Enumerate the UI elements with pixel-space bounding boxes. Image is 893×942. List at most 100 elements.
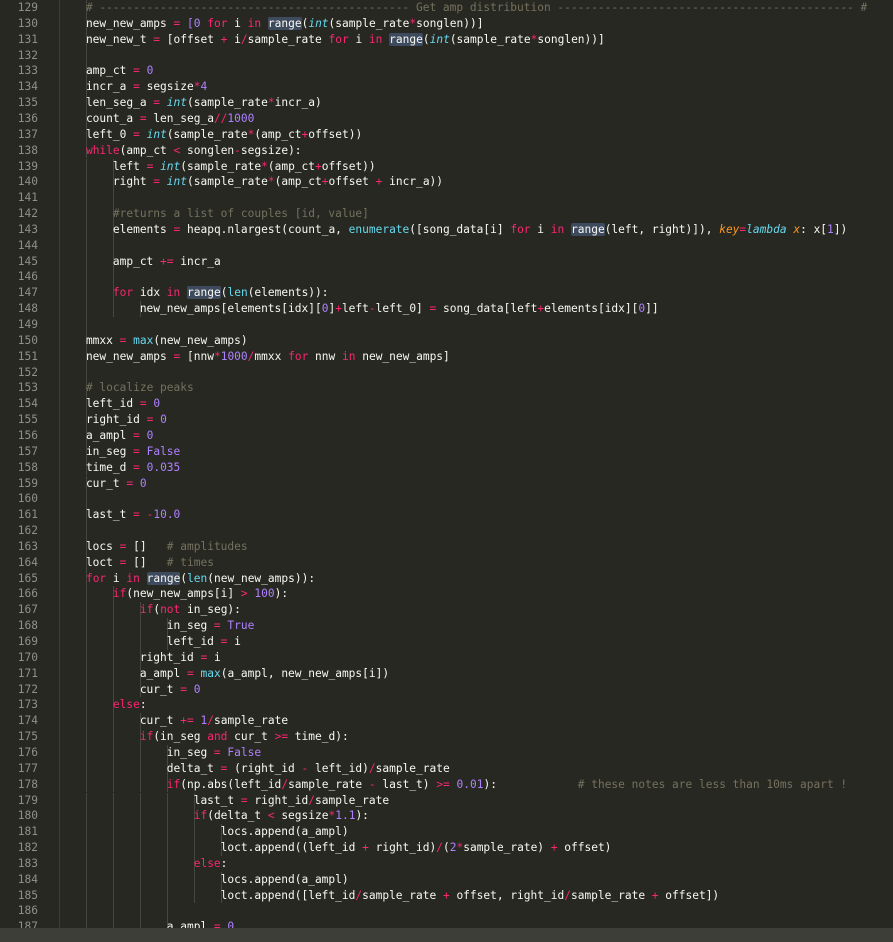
code-line[interactable]: mmxx = max(new_new_amps) xyxy=(59,333,248,349)
code-token: in xyxy=(247,16,262,30)
code-token: (sample_rate xyxy=(166,127,248,141)
code-token: mmxx xyxy=(254,349,289,363)
code-line[interactable]: if(delta_t < segsize*1.1): xyxy=(59,808,369,824)
code-token: in_seg): xyxy=(180,603,241,617)
code-line[interactable]: amp_ct += incr_a xyxy=(59,254,221,270)
code-line[interactable]: right = int(sample_rate*(amp_ct+offset +… xyxy=(59,174,443,190)
code-token: new_new_amps[elements[idx][ xyxy=(59,302,322,316)
code-token: nnw xyxy=(308,349,342,363)
code-token: max xyxy=(133,333,154,347)
code-line[interactable]: if(np.abs(left_id/sample_rate - last_t) … xyxy=(59,777,847,793)
line-number: 163 xyxy=(17,539,38,553)
code-line[interactable]: for idx in range(len(elements)): xyxy=(59,285,329,301)
code-line[interactable]: len_seg_a = int(sample_rate*incr_a) xyxy=(59,95,322,111)
line-number: 166 xyxy=(17,587,38,601)
code-token: i xyxy=(348,32,369,46)
code-line[interactable]: incr_a = segsize*4 xyxy=(59,79,207,95)
code-line[interactable]: new_new_amps = [nnw*1000/mmxx for nnw in… xyxy=(59,349,450,365)
code-token: segsize xyxy=(139,80,194,94)
code-line[interactable]: else: xyxy=(59,856,228,872)
code-line[interactable]: delta_t = (right_id - left_id)/sample_ra… xyxy=(59,761,450,777)
code-line[interactable]: if(not in_seg): xyxy=(59,602,241,618)
code-line[interactable]: last_t = right_id/sample_rate xyxy=(59,793,389,809)
indent-guide xyxy=(112,903,114,920)
code-line[interactable]: else: xyxy=(59,697,147,713)
code-line[interactable]: right_id = i xyxy=(59,650,221,666)
code-line[interactable]: in_seg = True xyxy=(59,618,255,634)
line-number: 133 xyxy=(17,64,38,78)
code-line[interactable]: amp_ct = 0 xyxy=(59,63,153,79)
code-token: (np.abs(left_id xyxy=(180,777,282,791)
code-token: i xyxy=(530,222,551,236)
code-token: heapq.nlargest(count_a, xyxy=(180,222,349,236)
code-line[interactable]: loct.append([left_id/sample_rate + offse… xyxy=(59,888,720,904)
line-number: 156 xyxy=(17,428,38,442)
code-line[interactable]: # localize peaks xyxy=(59,380,194,396)
code-line[interactable]: count_a = len_seg_a//1000 xyxy=(59,111,254,127)
indent-guide xyxy=(112,269,114,286)
code-token: count_a xyxy=(59,111,140,125)
code-line[interactable]: elements = heapq.nlargest(count_a, enume… xyxy=(59,222,847,238)
code-token: loct xyxy=(59,555,120,569)
code-token: if xyxy=(139,730,154,744)
code-line[interactable]: loct = [] # times xyxy=(59,555,214,571)
code-token: songlen))] xyxy=(416,16,484,30)
code-line[interactable]: left_0 = int(sample_rate*(amp_ct+offset)… xyxy=(59,127,362,143)
indent-guide xyxy=(85,364,87,381)
code-token: offset]) xyxy=(658,888,720,902)
code-line[interactable]: loct.append((left_id + right_id)/(2*samp… xyxy=(59,840,612,856)
code-line[interactable]: if(new_new_amps[i] > 100): xyxy=(59,586,288,602)
code-token: = xyxy=(133,444,140,458)
code-line[interactable]: a_ampl = max(a_ampl, new_new_amps[i]) xyxy=(59,666,389,682)
code-line[interactable]: #returns a list of couples [id, value] xyxy=(59,206,369,222)
code-line[interactable]: left_id = i xyxy=(59,634,241,650)
code-line[interactable]: cur_t += 1/sample_rate xyxy=(59,713,288,729)
code-line[interactable]: a_ampl = 0 xyxy=(59,919,234,928)
code-token: int xyxy=(429,32,450,46)
code-token: not xyxy=(160,603,181,617)
code-token: [] xyxy=(126,555,167,569)
code-token: int xyxy=(160,159,181,173)
code-line[interactable]: new_new_amps[elements[idx][0]+left-left_… xyxy=(59,301,659,317)
code-line[interactable]: a_ampl = 0 xyxy=(59,428,153,444)
code-token: segsize xyxy=(274,809,329,823)
code-line[interactable]: in_seg = False xyxy=(59,444,180,460)
code-token: / xyxy=(436,841,443,855)
code-line[interactable]: for i in range(len(new_new_amps)): xyxy=(59,571,315,587)
code-token: if xyxy=(166,777,181,791)
code-line[interactable]: cur_t = 0 xyxy=(59,682,201,698)
code-line[interactable]: # --------------------------------------… xyxy=(59,0,867,16)
code-token: mmxx xyxy=(59,333,120,347)
code-line[interactable]: while(amp_ct < songlen-segsize): xyxy=(59,143,302,159)
code-line[interactable]: locs.append(a_ampl) xyxy=(59,824,349,840)
code-token: left_0] xyxy=(375,302,430,316)
line-number: 148 xyxy=(17,302,38,316)
code-line[interactable]: last_t = -10.0 xyxy=(59,507,180,523)
code-line[interactable]: left_id = 0 xyxy=(59,396,160,412)
code-line[interactable]: locs = [] # amplitudes xyxy=(59,539,248,555)
code-token: + xyxy=(550,841,558,855)
code-token: left xyxy=(59,159,147,173)
code-line[interactable]: new_new_amps = [0 for i in range(int(sam… xyxy=(59,16,483,32)
code-editor[interactable]: 129 130 131 132 133 134 135 136 137 138 139 140 141 1… xyxy=(0,0,893,928)
code-line[interactable]: locs.append(a_ampl) xyxy=(59,872,349,888)
code-line[interactable]: left = int(sample_rate*(amp_ct+offset)) xyxy=(59,159,376,175)
code-line[interactable]: time_d = 0.035 xyxy=(59,460,180,476)
code-line[interactable]: cur_t = 0 xyxy=(59,476,147,492)
code-token: : xyxy=(220,856,228,870)
code-line[interactable]: in_seg = False xyxy=(59,745,261,761)
code-line[interactable]: new_new_t = [offset + i/sample_rate for … xyxy=(59,32,605,48)
code-token: elements xyxy=(59,222,174,236)
code-token: (new_new_amps)): xyxy=(207,571,316,585)
code-token: += xyxy=(160,254,174,268)
code-line[interactable]: if(in_seg and cur_t >= time_d): xyxy=(59,729,349,745)
line-number: 136 xyxy=(17,111,38,125)
code-token: incr_a) xyxy=(274,96,322,110)
line-number: 150 xyxy=(17,333,38,347)
code-token: last_t xyxy=(59,508,134,522)
code-line[interactable]: right_id = 0 xyxy=(59,412,167,428)
line-number: 160 xyxy=(17,492,38,506)
code-token: = xyxy=(133,428,140,442)
